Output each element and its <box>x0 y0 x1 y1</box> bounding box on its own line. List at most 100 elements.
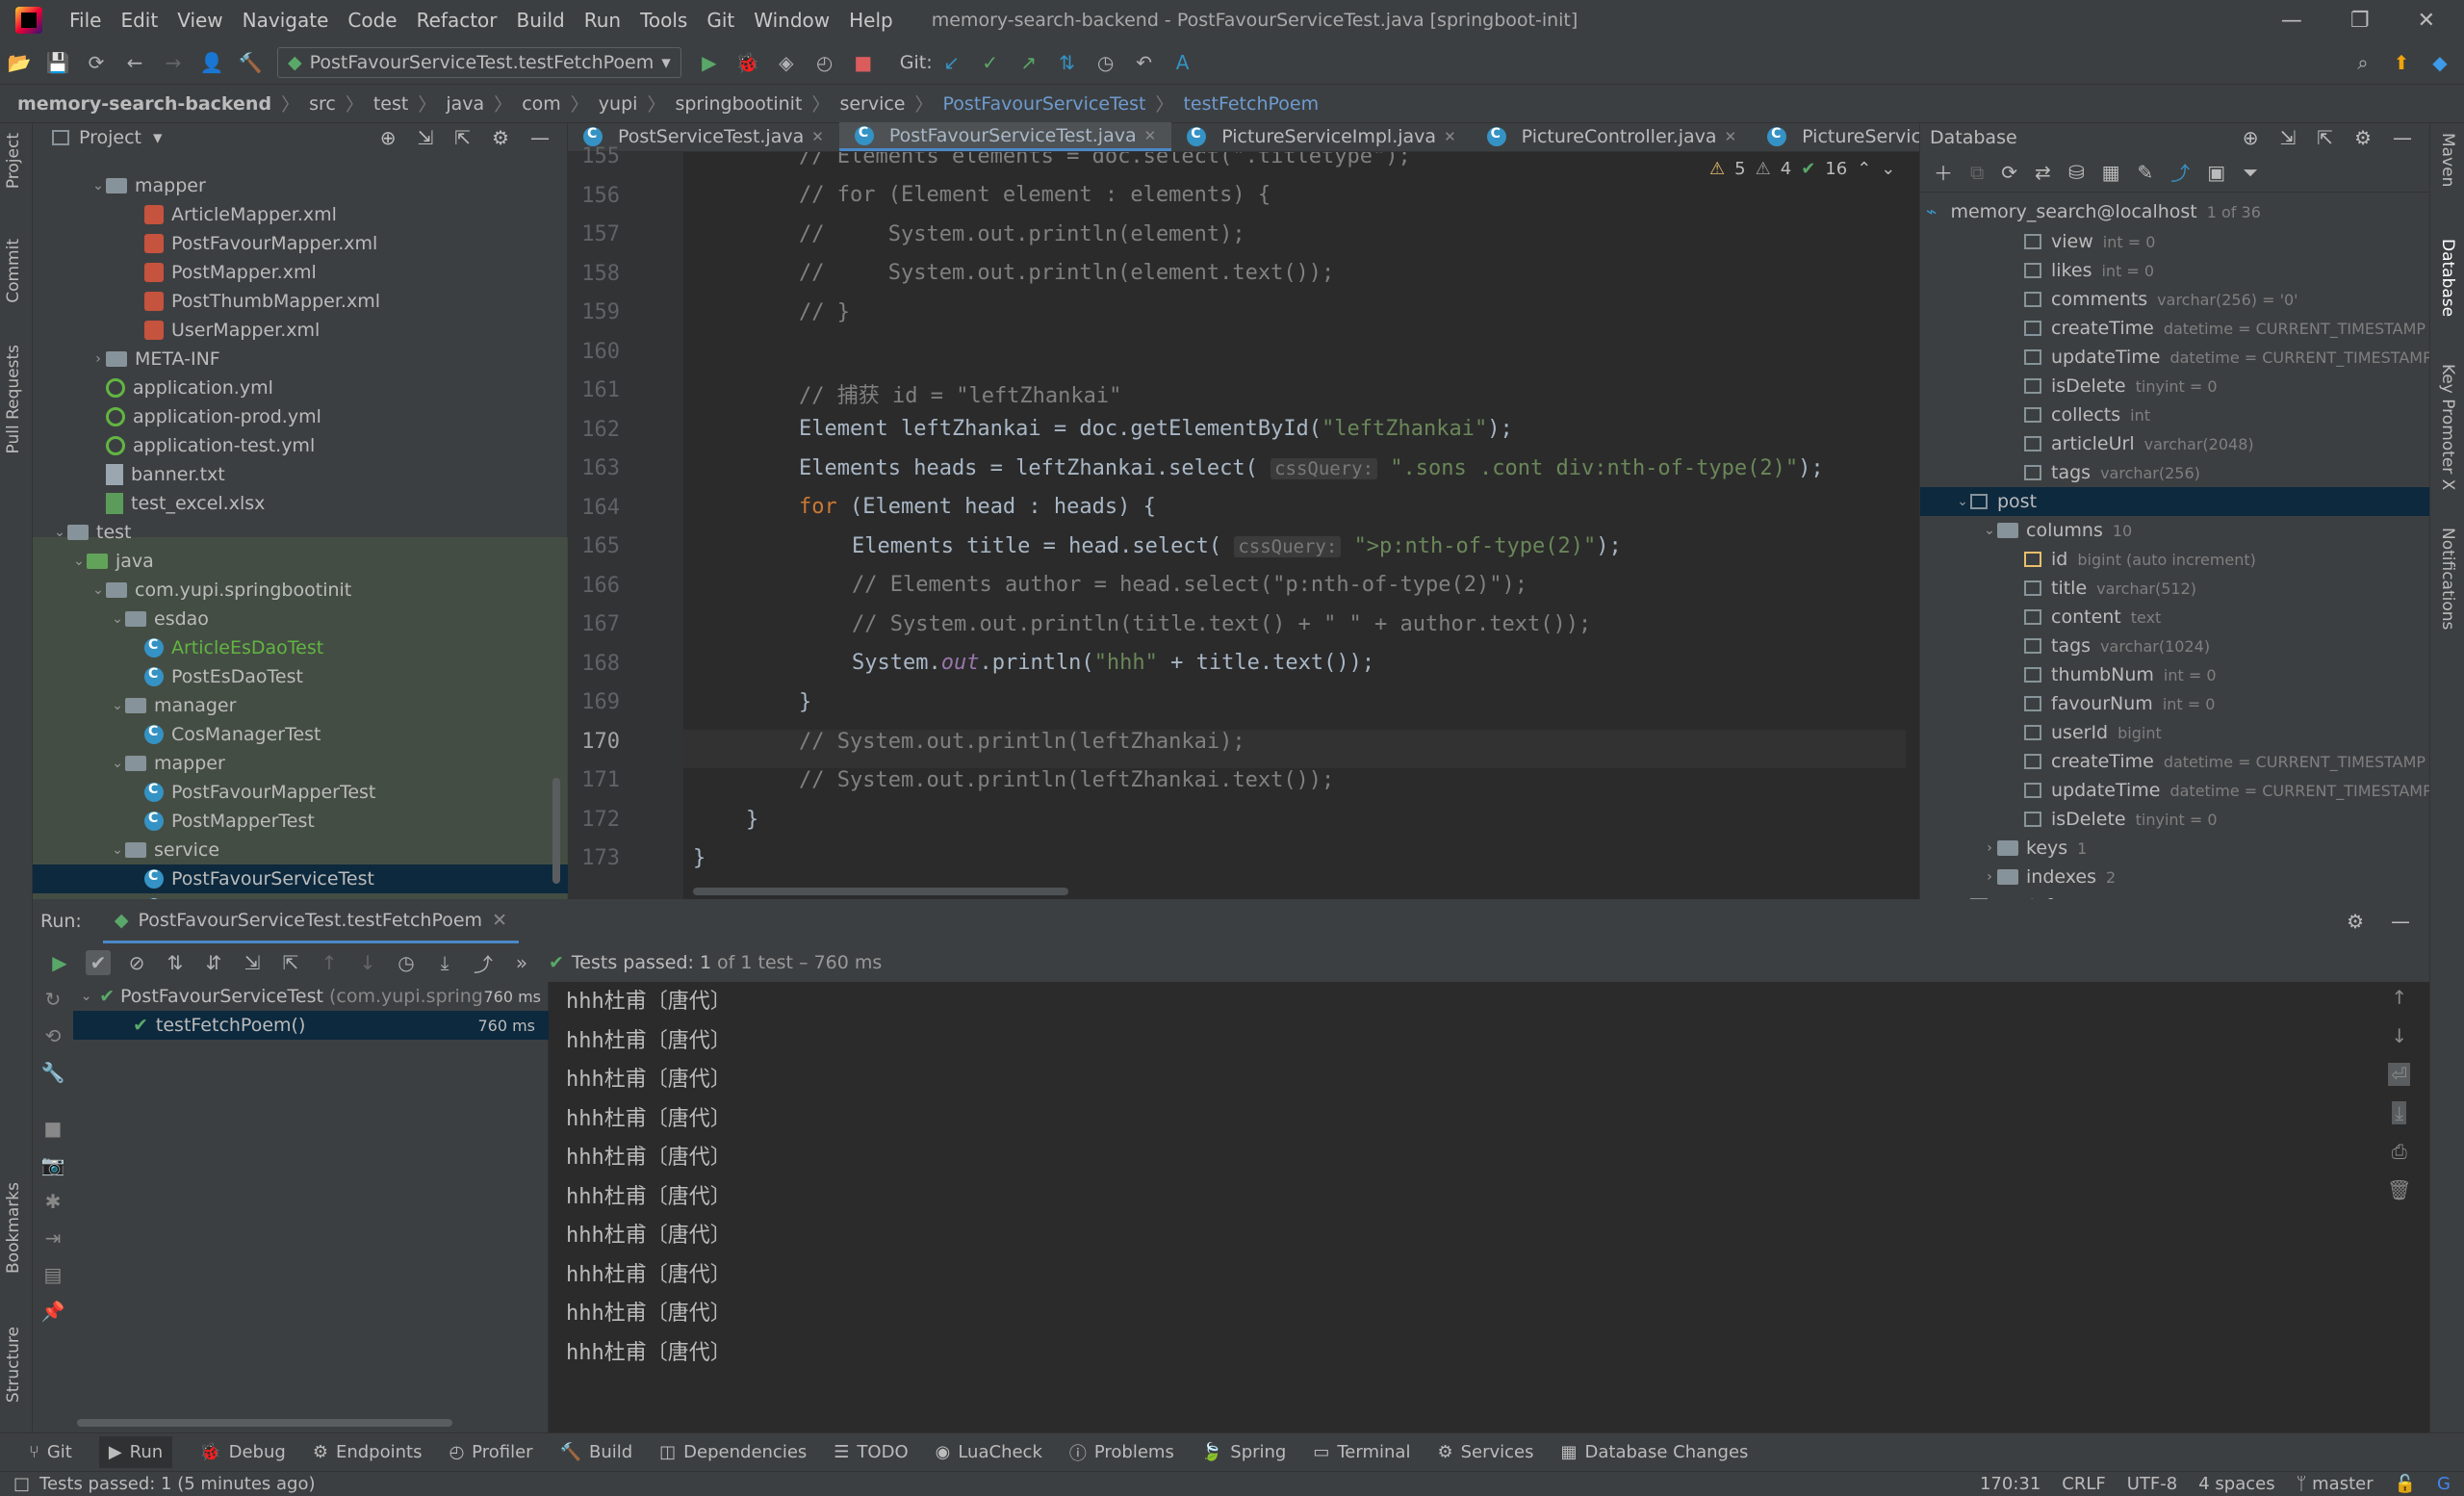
debug-icon[interactable]: 🐞 <box>735 50 760 75</box>
search-icon[interactable]: ⌕ <box>2350 50 2375 75</box>
database-tree-item[interactable]: updateTime datetime = CURRENT_TIMESTAMP <box>2009 343 2429 372</box>
tool-window-services[interactable]: ⚙ Services <box>1437 1442 1533 1462</box>
save-all-icon[interactable]: 💾 <box>45 50 70 75</box>
hide-icon[interactable]: — <box>530 126 550 149</box>
chevron-down-icon[interactable]: ⌄ <box>1881 159 1895 179</box>
wrench-icon[interactable]: 🔧 <box>41 1061 65 1084</box>
test-case-row[interactable]: ✔ testFetchPoem() 760 ms <box>73 1011 549 1040</box>
tool-window-spring[interactable]: 🍃 Spring <box>1201 1442 1287 1462</box>
notifications-tool-tab[interactable]: Notifications <box>2438 528 2457 630</box>
caret-position[interactable]: 170:31 <box>1980 1474 2040 1494</box>
project-scrollbar[interactable] <box>552 778 560 884</box>
next-failed-icon[interactable]: ↓ <box>355 950 380 975</box>
close-icon[interactable]: ✕ <box>1144 127 1157 144</box>
editor-tab[interactable]: PictureController.java ✕ <box>1472 122 1752 151</box>
print-icon[interactable]: ⎙ <box>2392 1140 2407 1163</box>
refresh-icon[interactable]: ⟳ <box>2001 161 2017 184</box>
project-tree-item[interactable]: PostFavourMapper.xml <box>129 229 377 258</box>
toolbox-icon[interactable]: ◆ <box>2427 50 2452 75</box>
menu-build[interactable]: Build <box>507 9 575 32</box>
project-tree-item[interactable]: › META-INF <box>90 345 220 374</box>
import-icon[interactable]: ⤓ <box>432 950 457 975</box>
project-tool-tab[interactable]: Project <box>4 133 23 189</box>
project-tree-item[interactable]: PostFavourMapperTest <box>129 778 375 807</box>
chevron-icon[interactable]: ⌄ <box>110 611 125 627</box>
code-editor[interactable]: // Elements elements = doc.select(".titl… <box>683 152 1906 899</box>
datasource-row[interactable]: ⌁ memory_search@localhost 1 of 36 <box>1926 197 2261 226</box>
project-tree-item[interactable]: ⌄ java <box>71 547 154 576</box>
menu-refactor[interactable]: Refactor <box>407 9 507 32</box>
minimize-button[interactable]: — <box>2281 9 2302 33</box>
chevron-icon[interactable]: ⌄ <box>110 698 125 713</box>
git-push-icon[interactable]: ↗ <box>1016 50 1041 75</box>
project-tree-item[interactable]: ⌄ service <box>110 836 219 864</box>
chevron-icon[interactable]: ⌄ <box>90 178 106 193</box>
database-tree-item[interactable]: id bigint (auto increment) <box>2009 545 2256 574</box>
database-tree-item[interactable]: › indexes 2 <box>1982 863 2116 891</box>
breadcrumb-item[interactable]: src <box>309 93 336 115</box>
chevron-icon[interactable]: ⌄ <box>90 582 106 598</box>
bug-icon[interactable]: ✱ <box>45 1190 62 1213</box>
tool-window-problems[interactable]: ⓘ Problems <box>1069 1440 1174 1465</box>
breadcrumb-item[interactable]: PostFavourServiceTest <box>943 93 1146 115</box>
database-tree-item[interactable]: createTime datetime = CURRENT_TIMESTAMP <box>2009 314 2426 343</box>
history-icon[interactable]: ◷ <box>1093 50 1118 75</box>
close-button[interactable]: ✕ <box>2418 9 2435 33</box>
toggle-auto-test-icon[interactable]: ⟲ <box>45 1024 62 1047</box>
menu-tools[interactable]: Tools <box>630 9 697 32</box>
database-tree-item[interactable]: comments varchar(256) = '0' <box>2009 285 2298 314</box>
menu-edit[interactable]: Edit <box>111 9 167 32</box>
export-icon[interactable]: ⤴ <box>471 950 496 976</box>
project-tree-item[interactable]: banner.txt <box>90 460 225 489</box>
camera-icon[interactable]: 📷 <box>41 1153 65 1176</box>
settings-icon[interactable]: ⚙ <box>2354 126 2372 149</box>
settings-icon[interactable]: ⚙ <box>492 126 509 149</box>
project-tree-item[interactable]: application-prod.yml <box>90 402 321 431</box>
chevron-icon[interactable]: ⌄ <box>110 842 125 858</box>
file-encoding[interactable]: UTF-8 <box>2127 1474 2177 1494</box>
menu-run[interactable]: Run <box>575 9 630 32</box>
line-separator[interactable]: CRLF <box>2062 1474 2105 1494</box>
editor-h-scrollbar[interactable] <box>693 888 1068 895</box>
database-tree-item[interactable]: userId bigint <box>2009 718 2162 747</box>
run-icon[interactable]: ▶ <box>697 50 722 75</box>
history-icon[interactable]: ◷ <box>394 950 419 975</box>
locate-icon[interactable]: ⊕ <box>2243 126 2259 149</box>
jump-icon[interactable]: ⤴ <box>2170 158 2190 186</box>
run-configuration-select[interactable]: ◆ PostFavourServiceTest.testFetchPoem ▾ <box>277 46 681 78</box>
user-icon[interactable]: 👤 <box>199 50 224 75</box>
tool-window-dependencies[interactable]: ◫ Dependencies <box>659 1442 807 1462</box>
project-tree-item[interactable]: ArticleEsDaoTest <box>129 633 323 662</box>
expand-all-icon[interactable]: ⇲ <box>2280 126 2297 149</box>
database-tree-item[interactable]: tags varchar(1024) <box>2009 632 2210 660</box>
tool-window-profiler[interactable]: ◴ Profiler <box>449 1442 532 1462</box>
rerun-icon[interactable]: ▶ <box>47 950 72 975</box>
expand-all-icon[interactable]: ⇲ <box>418 126 434 149</box>
git-fetch-icon[interactable]: ⇅ <box>1055 50 1080 75</box>
breadcrumb-item[interactable]: memory-search-backend <box>17 93 271 115</box>
breadcrumb-item[interactable]: springbootinit <box>675 93 802 115</box>
database-tree-item[interactable]: tags varchar(256) <box>2009 458 2200 487</box>
close-icon[interactable]: ✕ <box>811 128 824 145</box>
open-folder-icon[interactable]: 📂 <box>7 50 32 75</box>
collapse-all-icon[interactable]: ⇱ <box>2317 126 2333 149</box>
chevron-icon[interactable]: ⌄ <box>52 525 67 540</box>
commit-tool-tab[interactable]: Commit <box>4 239 23 303</box>
tool-window-run[interactable]: ▶ Run <box>98 1436 173 1468</box>
database-tree-item[interactable]: › keys 1 <box>1982 834 2087 863</box>
close-icon[interactable]: ✕ <box>1444 128 1456 145</box>
hide-icon[interactable]: — <box>2393 126 2412 149</box>
exit-icon[interactable]: ⇥ <box>45 1226 62 1250</box>
project-tree-item[interactable]: PostThumbMapper.xml <box>129 287 380 316</box>
menu-code[interactable]: Code <box>338 9 406 32</box>
coverage-icon[interactable]: ◈ <box>774 50 799 75</box>
rollback-icon[interactable]: ↶ <box>1132 50 1157 75</box>
inspection-widget[interactable]: ⚠ 5 ⚠ 4 ✔ 16 ⌃ ⌄ <box>1709 159 1895 179</box>
chevron-icon[interactable]: › <box>90 351 106 367</box>
database-tree-item[interactable]: isDelete tinyint = 0 <box>2009 805 2218 834</box>
chevron-icon[interactable]: ⌄ <box>71 554 87 569</box>
breadcrumb-item[interactable]: yupi <box>599 93 638 115</box>
close-icon[interactable]: ✕ <box>1725 128 1737 145</box>
breadcrumb-item[interactable]: testFetchPoem <box>1183 93 1319 115</box>
expand-all-icon[interactable]: ⇲ <box>240 950 265 975</box>
